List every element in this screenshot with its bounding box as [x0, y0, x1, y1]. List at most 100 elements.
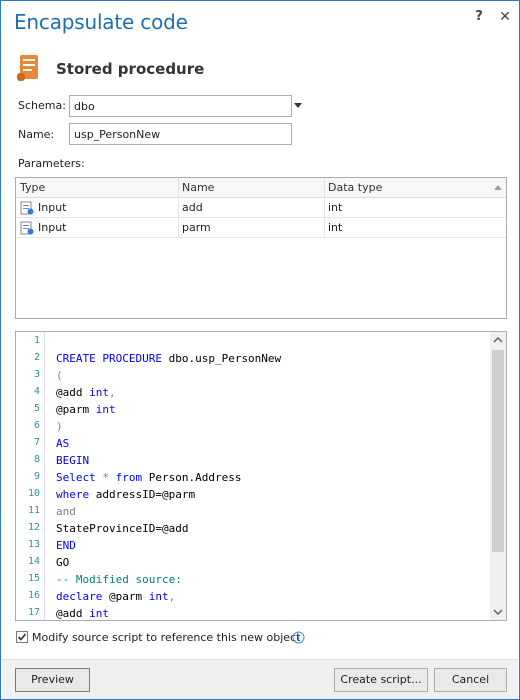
- code-line: declare @parm int,: [56, 590, 175, 603]
- code-token: where: [56, 488, 90, 501]
- code-token: StateProvinceID=@add: [56, 522, 189, 535]
- code-token: addressID=@parm: [89, 488, 196, 501]
- line-number: 4: [33, 386, 40, 397]
- code-line: @add int,: [56, 386, 116, 399]
- code-token: Person.Address: [142, 471, 242, 484]
- help-button[interactable]: ?: [471, 9, 487, 25]
- parameters-grid[interactable]: Type Name Data type Input add int Input …: [15, 177, 507, 319]
- code-line: END: [56, 539, 76, 552]
- schema-combo[interactable]: dbo: [69, 95, 292, 117]
- dialog-title: Encapsulate code: [14, 10, 188, 34]
- encapsulate-code-dialog: Encapsulate code ? ✕ Stored procedure Sc…: [0, 0, 520, 700]
- close-button[interactable]: ✕: [497, 9, 513, 25]
- name-field[interactable]: usp_PersonNew: [69, 123, 292, 145]
- line-number: 6: [33, 420, 40, 431]
- code-token: @parm: [56, 403, 96, 416]
- line-number: 7: [33, 437, 40, 448]
- table-row[interactable]: Input add int: [16, 198, 506, 218]
- code-line: ): [56, 420, 63, 433]
- code-line: GO: [56, 556, 69, 569]
- header-title: Stored procedure: [56, 60, 205, 78]
- cell-name: parm: [182, 221, 211, 234]
- code-token: int: [95, 403, 116, 416]
- cancel-button[interactable]: Cancel: [434, 668, 507, 692]
- grid-header: Type Name Data type: [16, 178, 506, 198]
- line-number: 8: [33, 454, 40, 465]
- code-token: @parm: [102, 590, 149, 603]
- stored-procedure-icon: [17, 55, 38, 81]
- cell-type: Input: [38, 221, 67, 234]
- line-number: 5: [33, 403, 40, 414]
- line-number: 12: [27, 522, 40, 533]
- column-header-name[interactable]: Name: [182, 181, 214, 194]
- cell-data-type: int: [328, 221, 343, 234]
- input-parameter-icon: [20, 201, 34, 215]
- line-number: 1: [33, 335, 40, 346]
- code-token: -- Modified source:: [56, 573, 182, 586]
- line-number-gutter: 1 2 3 4 5 6 7 8 9 10 11 12 13 14 15 16 17: [16, 332, 45, 620]
- chevron-down-icon[interactable]: [292, 99, 304, 111]
- line-number: 3: [33, 369, 40, 380]
- name-label: Name:: [18, 128, 55, 141]
- sort-ascending-icon: [494, 185, 502, 190]
- info-icon[interactable]: [292, 631, 305, 644]
- code-token: (: [56, 369, 63, 382]
- table-row[interactable]: Input parm int: [16, 218, 506, 238]
- code-token: ,: [168, 590, 176, 603]
- cell-name: add: [182, 201, 203, 214]
- code-token: and: [56, 505, 76, 518]
- preview-button[interactable]: Preview: [15, 668, 90, 692]
- column-header-type[interactable]: Type: [20, 181, 45, 194]
- code-editor[interactable]: 1 2 3 4 5 6 7 8 9 10 11 12 13 14 15 16 17 CREATE PROCEDU…: [15, 331, 507, 621]
- scrollbar-thumb[interactable]: [492, 350, 504, 552]
- name-value: usp_PersonNew: [74, 128, 161, 141]
- code-token: dbo.usp_PersonNew: [161, 352, 282, 365]
- parameters-label: Parameters:: [18, 157, 85, 170]
- code-line: BEGIN: [56, 454, 89, 467]
- code-line: where addressID=@parm: [56, 488, 195, 501]
- line-number: 15: [27, 573, 40, 584]
- code-token: declare: [56, 590, 103, 603]
- line-number: 13: [27, 539, 40, 550]
- code-token: *: [95, 471, 116, 484]
- modify-source-label[interactable]: Modify source script to reference this n…: [32, 631, 300, 644]
- checkmark-icon: [17, 633, 27, 641]
- line-number: 17: [27, 607, 40, 618]
- line-number: 16: [27, 590, 40, 601]
- code-token: int: [89, 386, 109, 399]
- line-number: 10: [27, 488, 40, 499]
- code-token: ): [56, 420, 63, 433]
- scroll-up-icon[interactable]: [493, 335, 503, 345]
- code-line: @add int: [56, 607, 109, 620]
- scroll-down-icon[interactable]: [493, 607, 503, 617]
- code-token: @add: [56, 607, 90, 620]
- code-token: CREATE PROCEDURE: [56, 352, 162, 365]
- code-line: -- Modified source:: [56, 573, 182, 586]
- line-number: 14: [27, 556, 40, 567]
- column-header-data-type[interactable]: Data type: [328, 181, 382, 194]
- schema-value: dbo: [74, 100, 95, 113]
- code-line: Select * from Person.Address: [56, 471, 241, 484]
- code-line: CREATE PROCEDURE dbo.usp_PersonNew: [56, 352, 281, 365]
- dialog-footer: Preview Create script... Cancel: [2, 659, 518, 699]
- schema-label: Schema:: [18, 99, 66, 112]
- code-token: AS: [56, 437, 70, 450]
- code-token: GO: [56, 556, 70, 569]
- code-token: BEGIN: [56, 454, 90, 467]
- cell-data-type: int: [328, 201, 343, 214]
- code-token: END: [56, 539, 76, 552]
- vertical-scrollbar[interactable]: [490, 332, 506, 620]
- line-number: 11: [27, 505, 40, 516]
- code-line: and: [56, 505, 76, 518]
- code-token: int: [89, 607, 109, 620]
- input-parameter-icon: [20, 221, 34, 235]
- line-number: 2: [33, 352, 40, 363]
- modify-source-checkbox[interactable]: [16, 631, 28, 643]
- create-script-button[interactable]: Create script...: [334, 668, 428, 692]
- line-number: 9: [33, 471, 40, 482]
- code-token: int: [148, 590, 169, 603]
- code-token: ,: [109, 386, 116, 399]
- cell-type: Input: [38, 201, 67, 214]
- code-token: Select: [56, 471, 96, 484]
- code-line: @parm int: [56, 403, 116, 416]
